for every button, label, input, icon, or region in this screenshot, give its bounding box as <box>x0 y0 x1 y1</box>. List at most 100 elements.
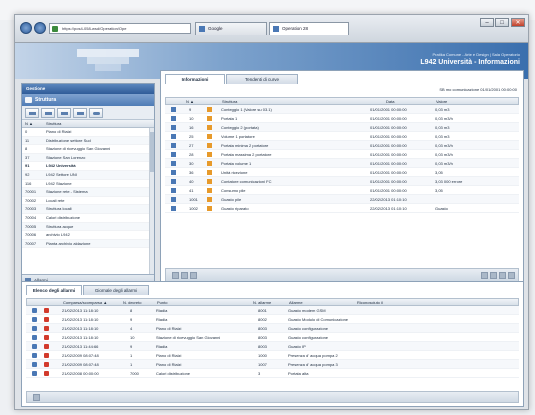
col-n[interactable]: N ▲ <box>186 98 194 105</box>
row-n: 36 <box>189 170 194 175</box>
structure-row[interactable]: 70005 Struttura acque <box>22 222 150 232</box>
col-riconosciuto[interactable]: Riconosciuto il <box>357 299 383 306</box>
print-button[interactable] <box>181 272 188 279</box>
structure-row[interactable]: 70003 Struttura locali <box>22 205 150 214</box>
alarm-row[interactable]: 21/02/2008 00:00:00 7000 Calori distribuzi… <box>26 369 519 378</box>
filter-button[interactable] <box>190 272 197 279</box>
alarm-type-icon <box>32 353 37 358</box>
row-date: 01/01/2001 00:00:00 <box>370 125 407 130</box>
alarm-decreto: 4 <box>130 326 133 331</box>
prev-page-button[interactable] <box>490 272 497 279</box>
row-id: 0 <box>25 129 28 134</box>
col-n[interactable]: N ▲ <box>25 120 33 128</box>
alarm-point: Piano di Rialzi <box>156 326 182 331</box>
alarm-state-icon <box>44 371 49 376</box>
tab-elenco-allarmi[interactable]: Elenco degli allarmi <box>26 285 82 295</box>
info-row[interactable]: 28 Portata massima 2 portatore 01/01/2001 … <box>165 150 519 159</box>
tab-informazioni[interactable]: Informazioni <box>165 74 225 84</box>
row-id: 8 <box>25 146 28 152</box>
tab-giornale-allarmi[interactable]: Giornale degli allarmi <box>83 285 149 295</box>
refresh-button[interactable] <box>89 108 103 118</box>
info-row[interactable]: 40 Contatore comunicazioni FC 01/01/2001 0… <box>165 177 519 186</box>
alarm-date: 21/02/2008 00:00:00 <box>62 371 99 376</box>
minimize-button[interactable]: – <box>480 18 494 27</box>
structure-row[interactable]: 116 L942 Stazione <box>22 180 150 189</box>
col-value[interactable]: Valore <box>436 98 447 105</box>
info-row[interactable]: 41 Consumo pile 01/01/2001 00:00:00 3,05 <box>165 186 519 195</box>
info-row[interactable]: 25 Volume 1 portatore 01/01/2001 00:00:00 0… <box>165 132 519 141</box>
first-page-button[interactable] <box>481 272 488 279</box>
view-tree-button[interactable] <box>25 108 39 118</box>
tab-google[interactable]: Google <box>195 22 267 35</box>
tab-tendenti[interactable]: Tendenti di curve <box>226 74 298 84</box>
row-type-icon <box>171 152 176 157</box>
last-page-button[interactable] <box>508 272 515 279</box>
alarm-type-icon <box>32 326 37 331</box>
next-page-button[interactable] <box>499 272 506 279</box>
alarm-type-icon <box>32 371 37 376</box>
alarm-row[interactable]: 21/02/2013 11:18:10 9 Riadia 8002 Guasto Mod… <box>26 315 519 324</box>
row-id: 11 <box>25 137 30 143</box>
col-date[interactable]: Data <box>386 98 394 105</box>
col-allarme-n[interactable]: N. allarme <box>253 299 271 306</box>
col-structure[interactable]: Struttura <box>46 120 61 128</box>
alarm-row[interactable]: 21/02/2009 08:07:48 1 Piano di Rialzi 1007 P… <box>26 360 519 369</box>
alarm-export-button[interactable] <box>33 394 40 401</box>
structure-row[interactable]: 0 Piano di Rialzi <box>22 128 150 137</box>
forward-button[interactable] <box>34 22 46 34</box>
structure-row[interactable]: 11 Distribuzione settore Sud <box>22 136 150 146</box>
structure-row[interactable]: 70001 Stazione rete - Sistema <box>22 188 150 197</box>
structure-row[interactable]: 92 L942 Settore UNI <box>22 170 150 180</box>
col-structure[interactable]: Struttura <box>222 98 237 105</box>
back-button[interactable] <box>20 22 32 34</box>
info-row[interactable]: 27 Portata minima 2 portatore 01/01/2001 0… <box>165 141 519 150</box>
info-row[interactable]: 9 Conteggio 1 (Valore su 03.1) 01/01/2001 … <box>165 105 519 114</box>
alarm-row[interactable]: 21/02/2013 11:44:66 9 Riadia 8003 Guasto IP <box>26 342 519 351</box>
alarm-grid-footer <box>26 391 519 403</box>
info-row[interactable]: 10 Portata 1 01/01/2001 00:00:00 0,03 m3/h <box>165 114 519 123</box>
alarm-row[interactable]: 21/02/2009 08:07:48 1 Piano di Rialzi 1000 P… <box>26 351 519 360</box>
alarm-grid: 21/02/2013 11:18:10 8 Riadia 8001 Guasto mod… <box>26 306 519 378</box>
row-name: Guasto riparato <box>221 206 249 211</box>
col-comparsa[interactable]: Comparsa/scomparsa ▲ <box>63 299 107 306</box>
alarm-point: Piano di Rialzi <box>156 362 182 367</box>
sensor-icon <box>207 125 212 130</box>
row-date: 01/01/2001 00:00:00 <box>370 116 407 121</box>
info-row[interactable]: 16 Conteggio 2 (portata) 01/01/2001 00:00:… <box>165 123 519 132</box>
row-name: Guasto pile <box>221 197 242 202</box>
structure-row[interactable]: 70007 Pianta archivio aldazione <box>22 239 150 249</box>
view-grid-button[interactable] <box>41 108 55 118</box>
row-date: 01/01/2001 00:00:00 <box>370 143 407 148</box>
info-row[interactable]: 1001 Guasto pile 22/02/2013 01:10:10 <box>165 195 519 204</box>
alarm-row[interactable]: 21/02/2013 11:18:10 4 Piano di Rialzi 8003 G… <box>26 324 519 333</box>
col-decreto[interactable]: N. decreto <box>123 299 141 306</box>
address-bar[interactable]: https://pos4-058-wsd/Operation/Ope <box>49 23 191 34</box>
maximize-button[interactable]: □ <box>495 18 509 27</box>
view-list-button[interactable] <box>57 108 71 118</box>
info-row[interactable]: 36 Unità ricezione 01/01/2001 00:00:00 3,05 <box>165 168 519 177</box>
chart-button[interactable] <box>73 108 87 118</box>
export-button[interactable] <box>172 272 179 279</box>
close-button[interactable]: ✕ <box>511 18 525 27</box>
structure-row[interactable]: 70002 Locali rete <box>22 197 150 206</box>
structure-row[interactable]: 37 Stazione San Lorenzo <box>22 153 150 163</box>
alarm-row[interactable]: 21/02/2013 11:18:10 8 Riadia 8001 Guasto mod… <box>26 306 519 315</box>
col-punto[interactable]: Punto <box>157 299 167 306</box>
tab-operation[interactable]: Operation 28 <box>269 22 349 35</box>
alarm-number: 8003 <box>258 326 267 331</box>
alarm-number: 1007 <box>258 362 267 367</box>
row-name: Volume 1 portatore <box>221 134 255 139</box>
structure-scrollbar[interactable] <box>149 128 154 274</box>
structure-row[interactable]: 70004 Calori distribuzione <box>22 214 150 223</box>
row-name: L942 Università <box>46 163 76 169</box>
row-date: 01/01/2001 00:00:00 <box>370 188 407 193</box>
structure-row[interactable]: 70006 archivio L942 <box>22 231 150 240</box>
structure-row[interactable]: 91 L942 Università <box>22 162 150 171</box>
info-row[interactable]: 1002 Guasto riparato 22/02/2013 01:10:10 Gu… <box>165 204 519 213</box>
info-row[interactable]: 30 Portata volume 1 01/01/2001 00:00:00 0,0… <box>165 159 519 168</box>
alarm-date: 21/02/2009 08:07:48 <box>62 362 99 367</box>
alarm-row[interactable]: 21/02/2013 11:18:10 10 Stazione di ricevug… <box>26 333 519 342</box>
alarm-decreto: 1 <box>130 353 133 358</box>
structure-row[interactable]: 8 Stazione di ricevuggio San Giovanni <box>22 145 150 154</box>
col-allarme[interactable]: Allarme <box>289 299 303 306</box>
